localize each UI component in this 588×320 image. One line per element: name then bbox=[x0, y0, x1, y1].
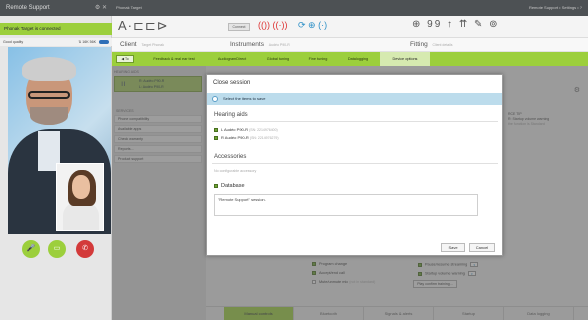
fitting-label: Fitting bbox=[410, 41, 428, 48]
video-person-glasses bbox=[28, 91, 70, 99]
close-session-dialog: Close session Select the items to save H… bbox=[206, 74, 503, 256]
device-tools-icons[interactable]: ⟳ ⊕ (·) bbox=[298, 20, 327, 31]
remote-support-titlebar: Remote Support ⚙ ✕ bbox=[0, 0, 112, 16]
microphone-icon: 🎤 bbox=[26, 245, 36, 252]
tab-datalogging[interactable]: Datalogging bbox=[338, 52, 378, 66]
network-label: ⇅ 16K 56K bbox=[78, 40, 96, 44]
session-notes-textarea[interactable]: "Remote Support" session. bbox=[214, 194, 478, 216]
hangup-icon: ✆ bbox=[82, 245, 88, 252]
hearing-aid-label: L Audéo P90-R bbox=[221, 127, 248, 132]
hearing-aid-row-right[interactable]: R Audéo P90-R (SN: 2214976279) bbox=[214, 135, 279, 140]
accessories-note-text: No configurable accessory bbox=[214, 169, 257, 173]
hearing-aid-serial: (SN: 2214976279) bbox=[249, 136, 279, 140]
titlebar-right-menu[interactable]: Remote Support • Settings • ? bbox=[529, 0, 582, 16]
toolbar-right-icons[interactable]: ⊕ 99 ↑ ⇈ ✎ ⊚ bbox=[412, 19, 500, 30]
dialog-title: Close session bbox=[213, 80, 251, 86]
connection-status-banner: Phonak Target is connected bbox=[0, 23, 112, 35]
tab-audiogramdirect[interactable]: AudiogramDirect bbox=[208, 52, 256, 66]
self-video-body bbox=[63, 202, 99, 230]
network-stats: ⇅ 16K 56K bbox=[78, 38, 109, 46]
save-info-text: Select the items to save bbox=[223, 96, 266, 101]
quality-info-row: Good quality ⇅ 16K 56K bbox=[0, 38, 112, 46]
app-titlebar: Phonak Target Remote Support • Settings … bbox=[112, 0, 588, 16]
checkbox-checked[interactable] bbox=[214, 135, 218, 140]
remote-support-panel: Remote Support ⚙ ✕ Phonak Target is conn… bbox=[0, 0, 112, 320]
microphone-button[interactable]: 🎤 bbox=[22, 240, 40, 258]
self-video-face bbox=[72, 175, 90, 199]
cancel-button[interactable]: Cancel bbox=[469, 243, 495, 252]
video-toggle[interactable] bbox=[99, 40, 109, 45]
tab-feedback[interactable]: Feedback & real ear test bbox=[142, 52, 206, 66]
instruments-field[interactable]: Instruments Audéo P90-R bbox=[230, 41, 290, 48]
tab-global-tuning[interactable]: Global tuning bbox=[258, 52, 298, 66]
fitting-field[interactable]: Fitting Client details bbox=[410, 41, 453, 48]
checkbox-checked[interactable] bbox=[214, 183, 218, 188]
tab-fine-tuning[interactable]: Fine tuning bbox=[300, 52, 336, 66]
client-label: Client bbox=[120, 41, 137, 48]
instruments-label: Instruments bbox=[230, 41, 264, 48]
connect-button[interactable]: Connect bbox=[228, 23, 250, 31]
camera-icon: ▭ bbox=[53, 245, 61, 252]
save-button[interactable]: Save bbox=[441, 243, 465, 252]
divider bbox=[212, 163, 498, 164]
info-icon bbox=[212, 96, 218, 102]
video-person-hair bbox=[22, 57, 76, 81]
window-controls[interactable]: ⚙ ✕ bbox=[95, 0, 107, 16]
instruments-value: Audéo P90-R bbox=[268, 43, 290, 47]
hearing-aid-label: R Audéo P90-R bbox=[221, 135, 249, 140]
back-button[interactable]: ◀ To bbox=[116, 55, 134, 63]
hangup-button[interactable]: ✆ bbox=[76, 240, 94, 258]
app-title: Phonak Target bbox=[116, 5, 142, 10]
fitting-value: Client details bbox=[432, 43, 453, 47]
divider bbox=[212, 121, 498, 122]
camera-button[interactable]: ▭ bbox=[48, 240, 66, 258]
client-value: Target Phonak bbox=[141, 43, 165, 47]
video-person-beard bbox=[30, 107, 68, 125]
hearing-aid-row-left[interactable]: L Audéo P90-R (SN: 2214976400) bbox=[214, 127, 278, 132]
fitting-nav-tabs: ◀ To Feedback & real ear test AudiogramD… bbox=[112, 52, 588, 66]
checkbox-checked[interactable] bbox=[214, 127, 218, 132]
hearing-aid-serial: (SN: 2214976400) bbox=[249, 128, 278, 132]
quality-label: Good quality bbox=[3, 40, 24, 44]
save-info-band: Select the items to save bbox=[207, 93, 502, 105]
logo-icons[interactable]: A·⊏⊏⊳ bbox=[118, 18, 169, 34]
tab-device-options[interactable]: Device options bbox=[380, 52, 430, 66]
remote-support-title: Remote Support bbox=[6, 5, 50, 11]
accessories-heading: Accessories bbox=[214, 154, 247, 160]
database-label: Database bbox=[221, 183, 245, 189]
main-toolbar: A·⊏⊏⊳ Connect (()) ((·)) ⟳ ⊕ (·) ⊕ 99 ↑ … bbox=[112, 16, 588, 38]
app-root: Remote Support ⚙ ✕ Phonak Target is conn… bbox=[0, 0, 588, 320]
accessories-note: No configurable accessory bbox=[214, 168, 256, 173]
database-row[interactable]: Database bbox=[214, 183, 245, 189]
hearing-aids-heading: Hearing aids bbox=[214, 112, 248, 118]
client-field[interactable]: Client Target Phonak bbox=[120, 41, 164, 48]
self-video-preview bbox=[56, 163, 104, 231]
client-info-row: Client Target Phonak Instruments Audéo P… bbox=[112, 38, 588, 52]
hearing-aid-status-icons[interactable]: (()) ((·)) bbox=[258, 20, 287, 30]
